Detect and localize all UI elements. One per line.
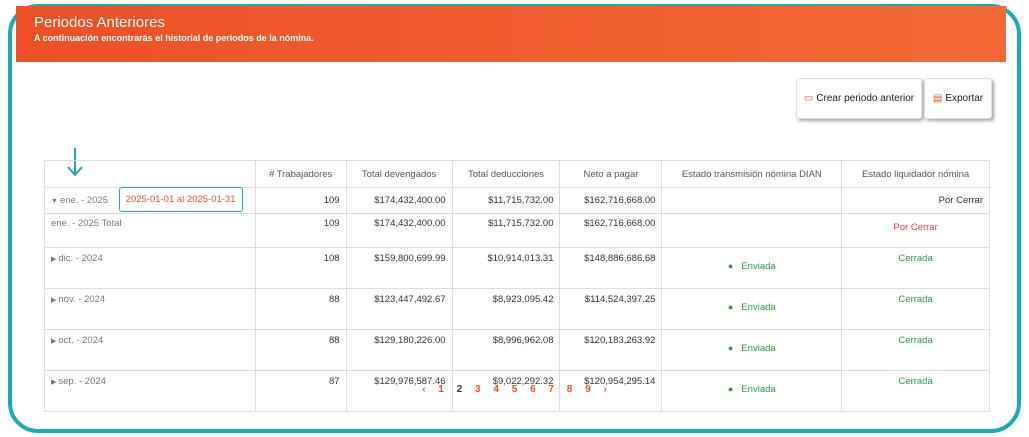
period-label: oct. - 2024 [58, 335, 104, 346]
dian-status: ● Enviada [661, 329, 843, 371]
devengados-cell: $123,447,492.67 [345, 288, 453, 330]
column-header-workers[interactable]: # Trabajadores [254, 160, 347, 188]
devengados-cell: $159,800,699.99 [345, 247, 453, 289]
periods-table: # Trabajadores Total devengados Total de… [44, 160, 990, 412]
period-label: nov. - 2024 [58, 294, 106, 305]
table-row: ▼ ene. - 2025 2025-01-01 al 2025-01-31 10… [44, 187, 990, 214]
dian-status: ● Enviada [661, 247, 843, 289]
workers-cell: 88 [254, 288, 347, 330]
calendar-icon: ▭ [803, 93, 814, 104]
page-link-7[interactable]: 7 [548, 384, 554, 395]
pagination: ‹ 1 2 3 4 5 6 7 8 9 › [0, 384, 1029, 395]
dian-status-label: Enviada [741, 302, 776, 313]
workers-cell: 88 [254, 329, 347, 371]
table-row-total: ene. - 2025 Total 109 $174,432,400.00 $1… [44, 213, 990, 248]
column-header-period [44, 160, 256, 188]
liquidador-status: Por Cerrar [841, 187, 990, 214]
devengados-cell: $129,180,226.00 [345, 329, 453, 371]
neto-cell: $162,716,668.00 [559, 213, 663, 248]
collapsed-caret-icon[interactable]: ▶ [51, 338, 56, 345]
page-link-5[interactable]: 5 [512, 384, 518, 395]
collapsed-caret-icon[interactable]: ▶ [51, 297, 56, 304]
prev-page-button[interactable]: ‹ [422, 384, 425, 395]
column-header-dian[interactable]: Estado transmisión nómina DIAN [661, 160, 843, 188]
period-cell[interactable]: ▶ dic. - 2024 [44, 247, 256, 289]
collapsed-caret-icon[interactable]: ▶ [51, 256, 56, 263]
create-previous-period-label: Crear periodo anterior [816, 93, 915, 104]
status-dot-icon: ● [727, 261, 734, 271]
devengados-cell: $174,432,400.00 [345, 187, 453, 214]
export-icon: ▤ [932, 93, 943, 104]
neto-cell: $120,183,263.92 [559, 329, 663, 371]
period-cell[interactable]: ▶ nov. - 2024 [44, 288, 256, 330]
column-header-deducciones[interactable]: Total deducciones [451, 160, 561, 188]
neto-cell: $148,886,686.68 [559, 247, 663, 289]
liquidador-status: Cerrada [841, 329, 990, 371]
create-previous-period-button[interactable]: ▭ Crear periodo anterior [796, 78, 922, 119]
status-dot-icon: ● [727, 302, 734, 312]
status-dot-icon: ● [727, 343, 734, 353]
liquidador-status: Por Cerrar [841, 213, 990, 248]
deducciones-cell: $11,715,732.00 [451, 187, 561, 214]
neto-cell: $114,524,397.25 [559, 288, 663, 330]
dian-cell [661, 187, 843, 214]
period-label: ene. - 2025 [59, 195, 109, 206]
table-header-row: # Trabajadores Total devengados Total de… [44, 160, 990, 188]
period-label: dic. - 2024 [58, 253, 103, 264]
page-link-9[interactable]: 9 [585, 384, 591, 395]
page-link-1[interactable]: 1 [438, 384, 444, 395]
column-header-neto[interactable]: Neto a pagar [559, 160, 663, 188]
page-subtitle: A continuación encontrarás el historial … [34, 33, 314, 43]
workers-cell: 108 [254, 247, 347, 289]
period-total-label: ene. - 2025 Total [44, 213, 256, 248]
neto-cell: $162,716,668.00 [559, 187, 663, 214]
expanded-caret-icon[interactable]: ▼ [51, 198, 58, 205]
page-link-4[interactable]: 4 [493, 384, 499, 395]
deducciones-cell: $11,715,732.00 [451, 213, 561, 248]
dian-cell [661, 213, 843, 248]
dian-status-label: Enviada [741, 261, 776, 272]
liquidador-status: Cerrada [841, 288, 990, 330]
deducciones-cell: $8,923,095.42 [451, 288, 561, 330]
table-row: ▶ dic. - 2024 108 $159,800,699.99 $10,914… [44, 247, 990, 289]
devengados-cell: $174,432,400.00 [345, 213, 453, 248]
workers-cell: 109 [254, 187, 347, 214]
table-row: ▶ oct. - 2024 88 $129,180,226.00 $8,996,9… [44, 329, 990, 371]
liquidador-status: Cerrada [841, 247, 990, 289]
dian-status-label: Enviada [741, 343, 776, 354]
page-title: Periodos Anteriores [34, 14, 165, 31]
deducciones-cell: $8,996,962.08 [451, 329, 561, 371]
period-cell[interactable]: ▶ oct. - 2024 [44, 329, 256, 371]
next-page-button[interactable]: › [603, 384, 606, 395]
table-row: ▶ nov. - 2024 88 $123,447,492.67 $8,923,0… [44, 288, 990, 330]
workers-cell: 109 [254, 213, 347, 248]
deducciones-cell: $10,914,013.31 [451, 247, 561, 289]
dian-status: ● Enviada [661, 288, 843, 330]
export-label: Exportar [945, 93, 984, 104]
column-header-devengados[interactable]: Total devengados [345, 160, 453, 188]
column-header-liquidador[interactable]: Estado liquidador nómina [841, 160, 990, 188]
page-link-3[interactable]: 3 [475, 384, 481, 395]
page-header: Periodos Anteriores A continuación encon… [16, 6, 1006, 62]
page-link-6[interactable]: 6 [530, 384, 536, 395]
period-range-link[interactable]: 2025-01-01 al 2025-01-31 [118, 187, 243, 212]
page-link-8[interactable]: 8 [567, 384, 573, 395]
page-link-current[interactable]: 2 [457, 384, 463, 395]
export-button[interactable]: ▤ Exportar [924, 78, 992, 119]
period-cell[interactable]: ▼ ene. - 2025 2025-01-01 al 2025-01-31 [44, 187, 256, 214]
